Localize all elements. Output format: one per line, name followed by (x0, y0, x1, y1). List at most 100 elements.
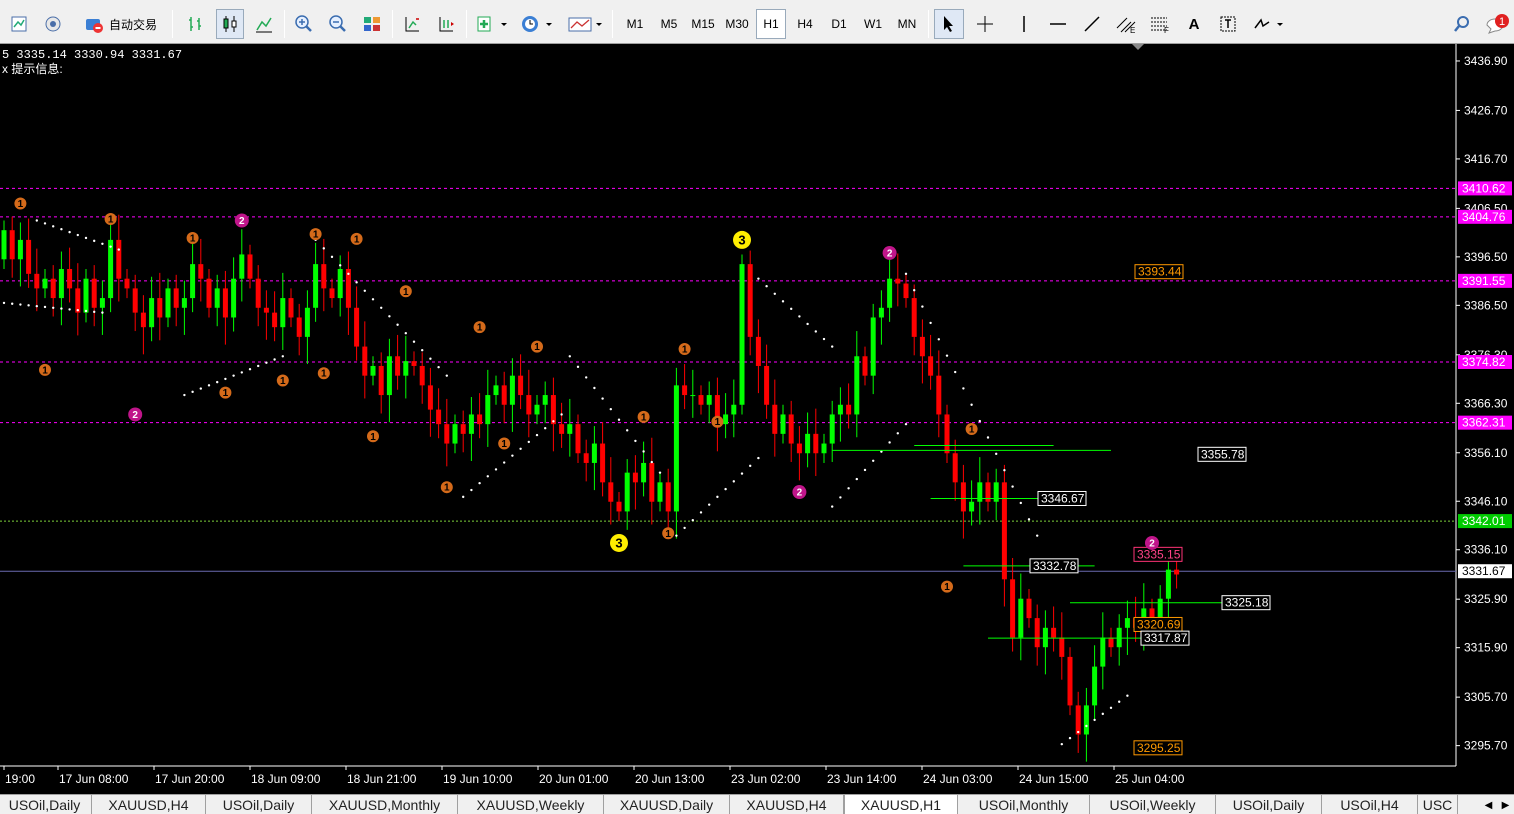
sar-dot (781, 300, 785, 303)
sar-dot (913, 289, 916, 292)
timeframe-h1[interactable]: H1 (756, 9, 786, 39)
wave-marker-label: 1 (321, 369, 327, 380)
wave-marker-label: 1 (641, 412, 647, 423)
notifications-icon[interactable]: 1 (1482, 9, 1512, 39)
timeframe-m5[interactable]: M5 (654, 9, 684, 39)
tab-scroll-left-icon[interactable]: ◀ (1485, 800, 1493, 811)
candle-body (149, 298, 155, 328)
chart-tab[interactable]: USOil,Daily (1216, 795, 1322, 814)
search-icon[interactable] (1450, 9, 1474, 39)
candle-body (206, 278, 212, 308)
chart-tab[interactable]: USC (1418, 795, 1458, 814)
chart-tab[interactable]: XAUUSD,Daily (604, 795, 730, 814)
timeframe-m1[interactable]: M1 (620, 9, 650, 39)
chart-tab[interactable]: XAUUSD,H4 (92, 795, 206, 814)
sar-dot (650, 460, 653, 464)
sar-dot (1085, 724, 1088, 728)
candle-body (165, 288, 171, 318)
sar-dot (109, 245, 112, 248)
auto-scroll-icon[interactable] (432, 9, 460, 39)
sar-dot (806, 322, 809, 326)
candle-body (1157, 598, 1163, 619)
candle-body (337, 268, 343, 299)
candle-body (1165, 569, 1171, 599)
templates-dropdown[interactable] (564, 9, 606, 39)
candle-body (887, 278, 893, 308)
sar-dot (822, 337, 826, 341)
timeframe-m30[interactable]: M30 (722, 9, 752, 39)
time-tick-label: 18 Jun 09:00 (251, 772, 321, 786)
sar-dot (1118, 700, 1121, 703)
bar-chart-icon[interactable] (182, 9, 210, 39)
chart-tab[interactable]: USOil,Weekly (1090, 795, 1216, 814)
chart-tab[interactable]: XAUUSD,H1 (844, 795, 958, 814)
zoom-out-icon[interactable] (324, 9, 352, 39)
tab-scroll-arrows[interactable]: ◀ ▶ (1480, 795, 1514, 814)
vertical-line-icon[interactable] (1010, 9, 1038, 39)
chart-tab[interactable]: XAUUSD,H4 (730, 795, 844, 814)
candle-body (583, 453, 589, 463)
sar-dot (27, 304, 30, 307)
candle-body (75, 288, 81, 313)
chart-tab[interactable]: USOil,Monthly (958, 795, 1090, 814)
candle-body (124, 278, 130, 289)
sar-dot (560, 413, 563, 416)
new-chart-icon[interactable] (6, 9, 32, 39)
candle-body (1059, 637, 1065, 657)
wave-marker-label: 1 (108, 215, 114, 226)
line-chart-icon[interactable] (250, 9, 278, 39)
timeframe-d1[interactable]: D1 (824, 9, 854, 39)
equidistant-channel-icon[interactable]: E (1112, 9, 1140, 39)
text-label-icon[interactable] (1214, 9, 1242, 39)
sar-dot (11, 302, 14, 305)
candle-body (1034, 618, 1040, 648)
tab-scroll-right-icon[interactable]: ▶ (1502, 800, 1510, 811)
chart-tab[interactable]: USOil,Daily (0, 795, 92, 814)
market-watch-icon[interactable] (40, 9, 66, 39)
candle-body (477, 414, 483, 425)
wave-marker-label: 1 (223, 388, 229, 399)
chart-tab[interactable]: USOil,Daily (206, 795, 312, 814)
sar-dot (1126, 694, 1129, 697)
price-chart[interactable]: 3436.90 3426.70 3416.70 3406.50 3396.50 3386.… (0, 44, 1514, 794)
fibonacci-icon[interactable]: F (1146, 9, 1174, 39)
wave-marker-label: 1 (944, 582, 950, 593)
price-tick-label: 3295.70 (1464, 739, 1508, 753)
sar-dot (814, 330, 817, 333)
timeframe-mn[interactable]: MN (892, 9, 922, 39)
candle-body (1075, 705, 1081, 735)
text-tool-icon[interactable]: A (1180, 9, 1208, 39)
arrows-dropdown[interactable] (1248, 9, 1288, 39)
sar-dot (199, 387, 202, 390)
timeframe-m15[interactable]: M15 (688, 9, 718, 39)
trendline-icon[interactable] (1078, 9, 1106, 39)
candlestick-icon[interactable] (216, 9, 244, 39)
candle-body (1108, 637, 1114, 648)
wave-marker-label: 1 (534, 342, 540, 353)
wave-marker-label: 2 (239, 216, 245, 227)
wave-marker-label: 1 (18, 199, 24, 210)
horizontal-line-icon[interactable] (1044, 9, 1072, 39)
indicators-dropdown[interactable] (472, 9, 510, 39)
tile-windows-icon[interactable] (358, 9, 386, 39)
sar-dot (2, 301, 6, 305)
timeframe-w1[interactable]: W1 (858, 9, 888, 39)
candle-body (665, 482, 671, 512)
periods-dropdown[interactable] (516, 9, 556, 39)
chart-tab[interactable]: USOil,H4 (1322, 795, 1418, 814)
sar-dot (904, 272, 908, 276)
timeframe-h4[interactable]: H4 (790, 9, 820, 39)
sar-dot (576, 365, 580, 369)
auto-trade-button[interactable]: 自动交易 (74, 9, 166, 39)
sar-dot (1068, 736, 1072, 740)
cursor-tool-icon[interactable] (934, 9, 964, 39)
chart-shift-icon[interactable] (398, 9, 426, 39)
chart-tab[interactable]: XAUUSD,Monthly (312, 795, 458, 814)
chart-tab[interactable]: XAUUSD,Weekly (458, 795, 604, 814)
zoom-in-icon[interactable] (290, 9, 318, 39)
sar-dot (429, 357, 432, 360)
crosshair-icon[interactable] (970, 9, 1000, 39)
ohlc-readout: 5 3335.14 3330.94 3331.67 (2, 48, 183, 62)
sar-dot (371, 298, 375, 301)
sar-dot (683, 526, 686, 530)
